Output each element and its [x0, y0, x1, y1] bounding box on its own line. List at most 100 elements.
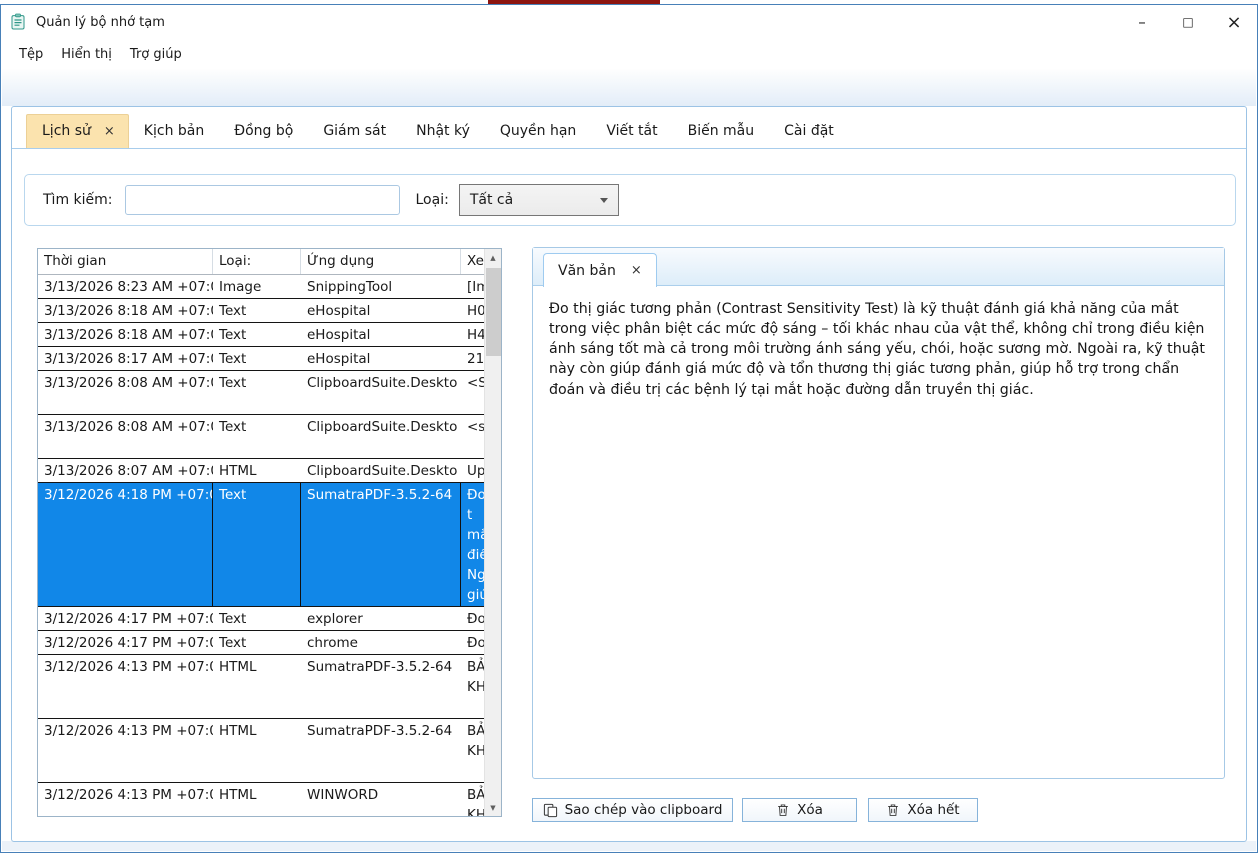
table-row[interactable]: 3/13/2026 8:23 AM +07:0 Image SnippingTo… — [38, 275, 484, 299]
menu-view[interactable]: Hiển thị — [52, 43, 121, 66]
tab-history[interactable]: Lịch sử × — [26, 114, 129, 148]
window-title: Quản lý bộ nhớ tạm — [36, 15, 165, 30]
cell-preview: Đo t — [461, 631, 484, 654]
window-controls: – □ × — [1119, 5, 1257, 39]
trash-icon — [886, 803, 900, 817]
tab-templates[interactable]: Biến mẫu — [673, 115, 770, 148]
cell-time: 3/12/2026 4:18 PM +07:0 — [38, 483, 213, 606]
table-row[interactable]: 3/12/2026 4:13 PM +07:0 HTML SumatraPDF-… — [38, 655, 484, 719]
delete-button[interactable]: Xóa — [742, 798, 857, 822]
cell-time: 3/13/2026 8:18 AM +07:0 — [38, 299, 213, 322]
cell-time: 3/13/2026 8:08 AM +07:0 — [38, 371, 213, 414]
table-row[interactable]: 3/12/2026 4:13 PM +07:0 HTML SumatraPDF-… — [38, 719, 484, 783]
cell-app: ClipboardSuite.Deskto — [301, 415, 461, 458]
table-row[interactable]: 3/13/2026 8:08 AM +07:0 Text ClipboardSu… — [38, 371, 484, 415]
scroll-down-icon[interactable]: ▼ — [485, 799, 501, 816]
cell-type: HTML — [213, 783, 301, 816]
preview-tab-text[interactable]: Văn bản × — [543, 253, 657, 287]
cell-preview: BẢN KHÔ — [461, 783, 484, 816]
cell-type: Image — [213, 275, 301, 298]
cell-preview: Đo t mắt điều Ngo giúp giác — [461, 483, 484, 606]
cell-time: 3/13/2026 8:23 AM +07:0 — [38, 275, 213, 298]
cell-type: Text — [213, 323, 301, 346]
cell-preview: 2120 — [461, 347, 484, 370]
cell-app: WINWORD — [301, 783, 461, 816]
cell-app: explorer — [301, 607, 461, 630]
cell-type: Text — [213, 631, 301, 654]
tab-history-label: Lịch sử — [42, 123, 91, 139]
copy-to-clipboard-button[interactable]: Sao chép vào clipboard — [532, 798, 733, 822]
minimize-button[interactable]: – — [1119, 5, 1165, 39]
table-row[interactable]: 3/12/2026 4:17 PM +07:0 Text explorer Đo… — [38, 607, 484, 631]
tab-shortcuts[interactable]: Viết tắt — [591, 115, 672, 148]
tab-settings[interactable]: Cài đặt — [769, 115, 849, 148]
table-row[interactable]: 3/13/2026 8:08 AM +07:0 Text ClipboardSu… — [38, 415, 484, 459]
toolbar-band — [2, 69, 1256, 106]
table-row[interactable]: 3/13/2026 8:07 AM +07:0 HTML ClipboardSu… — [38, 459, 484, 483]
cell-type: Text — [213, 371, 301, 414]
cell-time: 3/13/2026 8:08 AM +07:0 — [38, 415, 213, 458]
preview-panel: Văn bản × Đo thị giác tương phản (Contra… — [532, 247, 1225, 779]
search-input[interactable] — [125, 185, 400, 215]
trash-icon — [776, 803, 790, 817]
table-row[interactable]: 3/13/2026 8:18 AM +07:0 Text eHospital H… — [38, 323, 484, 347]
history-list: Thời gian Loại: Ứng dụng Xem trước 3/13/… — [37, 248, 502, 817]
type-select[interactable]: Tất cả — [459, 184, 619, 216]
cell-app: SnippingTool — [301, 275, 461, 298]
cell-preview: [Ima — [461, 275, 484, 298]
cell-preview: H43 — [461, 323, 484, 346]
title-bar: Quản lý bộ nhớ tạm – □ × — [1, 5, 1257, 39]
column-header-app[interactable]: Ứng dụng — [301, 249, 461, 274]
cell-preview: Đo t — [461, 607, 484, 630]
scrollbar-thumb[interactable] — [486, 268, 501, 356]
cell-app: SumatraPDF-3.5.2-64 — [301, 719, 461, 782]
cell-time: 3/13/2026 8:17 AM +07:0 — [38, 347, 213, 370]
table-header: Thời gian Loại: Ứng dụng Xem trước — [38, 249, 484, 275]
type-label: Loại: — [416, 192, 449, 208]
main-panel: Lịch sử × Kịch bản Đồng bộ Giám sát Nhật… — [11, 106, 1247, 842]
menu-bar: Tệp Hiển thị Trợ giúp — [1, 39, 1257, 69]
cell-app: SumatraPDF-3.5.2-64 — [301, 655, 461, 718]
menu-help[interactable]: Trợ giúp — [121, 43, 191, 66]
tab-close-icon[interactable]: × — [104, 124, 115, 139]
cell-type: HTML — [213, 655, 301, 718]
delete-all-button[interactable]: Xóa hết — [868, 798, 978, 822]
column-header-type[interactable]: Loại: — [213, 249, 301, 274]
preview-tabstrip: Văn bản × — [533, 248, 1224, 286]
tab-scripts[interactable]: Kịch bản — [129, 115, 219, 148]
menu-file[interactable]: Tệp — [10, 43, 52, 66]
tab-log[interactable]: Nhật ký — [401, 115, 485, 148]
scrollbar[interactable]: ▲ ▼ — [484, 249, 501, 816]
maximize-button[interactable]: □ — [1165, 5, 1211, 39]
close-button[interactable]: × — [1211, 5, 1257, 39]
cell-time: 3/12/2026 4:17 PM +07:0 — [38, 631, 213, 654]
history-table-body: 3/13/2026 8:23 AM +07:0 Image SnippingTo… — [38, 275, 484, 816]
cell-time: 3/12/2026 4:13 PM +07:0 — [38, 783, 213, 816]
preview-text: Đo thị giác tương phản (Contrast Sensiti… — [533, 286, 1224, 400]
cell-app: eHospital — [301, 323, 461, 346]
cell-type: HTML — [213, 459, 301, 482]
cell-type: Text — [213, 483, 301, 606]
preview-tab-close-icon[interactable]: × — [631, 263, 642, 278]
cell-app: chrome — [301, 631, 461, 654]
column-header-preview[interactable]: Xem trước — [461, 249, 484, 274]
table-row[interactable]: 3/12/2026 4:18 PM +07:0 Text SumatraPDF-… — [38, 483, 484, 607]
table-row[interactable]: 3/12/2026 4:13 PM +07:0 HTML WINWORD BẢN… — [38, 783, 484, 816]
cell-time: 3/12/2026 4:17 PM +07:0 — [38, 607, 213, 630]
tab-monitor[interactable]: Giám sát — [308, 115, 401, 148]
table-row[interactable]: 3/13/2026 8:18 AM +07:0 Text eHospital H… — [38, 299, 484, 323]
cell-app: eHospital — [301, 299, 461, 322]
tab-permissions[interactable]: Quyền hạn — [485, 115, 591, 148]
table-row[interactable]: 3/13/2026 8:17 AM +07:0 Text eHospital 2… — [38, 347, 484, 371]
cell-time: 3/13/2026 8:07 AM +07:0 — [38, 459, 213, 482]
tab-sync[interactable]: Đồng bộ — [219, 115, 308, 148]
delete-all-button-label: Xóa hết — [907, 802, 959, 818]
cell-time: 3/13/2026 8:18 AM +07:0 — [38, 323, 213, 346]
column-header-time[interactable]: Thời gian — [38, 249, 213, 274]
copy-button-label: Sao chép vào clipboard — [565, 802, 723, 818]
cell-preview: Upp — [461, 459, 484, 482]
scroll-up-icon[interactable]: ▲ — [485, 249, 501, 266]
type-select-value: Tất cả — [470, 192, 513, 208]
table-row[interactable]: 3/12/2026 4:17 PM +07:0 Text chrome Đo t — [38, 631, 484, 655]
cell-time: 3/12/2026 4:13 PM +07:0 — [38, 719, 213, 782]
